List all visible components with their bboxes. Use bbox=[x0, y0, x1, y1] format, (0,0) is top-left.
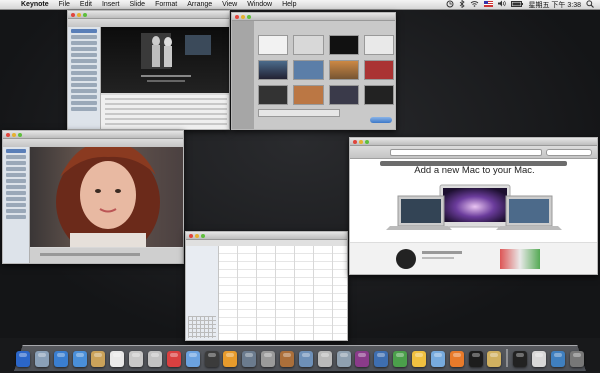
theme-thumb[interactable] bbox=[363, 85, 394, 105]
theme-thumb[interactable] bbox=[328, 35, 359, 55]
bluetooth-icon[interactable] bbox=[459, 0, 466, 10]
wifi-icon[interactable] bbox=[470, 0, 479, 9]
dock-app-icon[interactable] bbox=[336, 351, 351, 367]
menu-window[interactable]: Window bbox=[242, 1, 277, 8]
dock-app-icon[interactable] bbox=[110, 351, 125, 367]
dock-app-icon[interactable] bbox=[532, 351, 547, 367]
web-hero-image[interactable] bbox=[350, 180, 598, 240]
dock-app-icon[interactable] bbox=[513, 351, 528, 367]
dock-app-icon[interactable] bbox=[449, 351, 464, 367]
theme-thumb[interactable] bbox=[328, 85, 359, 105]
theme-thumb[interactable] bbox=[293, 35, 324, 55]
theme-grid[interactable] bbox=[258, 35, 394, 105]
dock-app-icon[interactable] bbox=[166, 351, 181, 367]
address-bar[interactable] bbox=[390, 149, 542, 156]
theme-thumb[interactable] bbox=[293, 60, 324, 80]
menu-app-name[interactable]: Keynote bbox=[16, 1, 54, 8]
battery-icon[interactable] bbox=[511, 0, 524, 9]
dock-app-icon[interactable] bbox=[242, 351, 257, 367]
theme-thumb[interactable] bbox=[258, 35, 289, 55]
choose-button[interactable] bbox=[370, 117, 392, 123]
dock-app-icon[interactable] bbox=[72, 351, 87, 367]
dock-app-icon[interactable] bbox=[430, 351, 445, 367]
dock-app-icon[interactable] bbox=[185, 351, 200, 367]
flag-icon[interactable] bbox=[484, 0, 494, 9]
menu-help[interactable]: Help bbox=[277, 1, 301, 8]
photo-image[interactable] bbox=[30, 143, 183, 257]
dock-app-icon[interactable] bbox=[393, 351, 408, 367]
time-machine-icon[interactable] bbox=[446, 0, 454, 10]
window-theme-chooser[interactable] bbox=[231, 12, 396, 130]
menu-insert[interactable]: Insert bbox=[97, 1, 125, 8]
menu-bar: Keynote File Edit Insert Slide Format Ar… bbox=[0, 0, 600, 10]
dock-app-icon[interactable] bbox=[569, 351, 584, 367]
dock-app-icon[interactable] bbox=[550, 351, 565, 367]
dock-app-icon[interactable] bbox=[280, 351, 295, 367]
dock-app-icon[interactable] bbox=[355, 351, 370, 367]
dock-icons bbox=[16, 343, 584, 367]
dock-app-icon[interactable] bbox=[204, 351, 219, 367]
menubar-clock[interactable]: 星期五 下午 3:38 bbox=[528, 0, 581, 10]
dock-app-icon[interactable] bbox=[16, 351, 30, 367]
dock-app-icon[interactable] bbox=[34, 351, 49, 367]
dock-app-icon[interactable] bbox=[223, 351, 238, 367]
search-field[interactable] bbox=[546, 149, 592, 156]
menu-file[interactable]: File bbox=[54, 1, 75, 8]
dock-app-icon[interactable] bbox=[129, 351, 144, 367]
dock-app-icon[interactable] bbox=[53, 351, 68, 367]
menu-format[interactable]: Format bbox=[150, 1, 182, 8]
theme-thumb[interactable] bbox=[258, 60, 289, 80]
window-media-browser[interactable] bbox=[67, 10, 230, 130]
dock-app-icon[interactable] bbox=[487, 351, 502, 367]
web-headline: Add a new Mac to your Mac. bbox=[414, 165, 535, 176]
dock-app-icon[interactable] bbox=[91, 351, 106, 367]
menu-edit[interactable]: Edit bbox=[75, 1, 97, 8]
dock-app-icon[interactable] bbox=[298, 351, 313, 367]
volume-icon[interactable] bbox=[498, 0, 507, 9]
spotlight-icon[interactable] bbox=[586, 0, 594, 10]
theme-thumb[interactable] bbox=[363, 35, 394, 55]
dock-app-icon[interactable] bbox=[412, 351, 427, 367]
window-photo-viewer[interactable] bbox=[2, 130, 184, 264]
theme-thumb[interactable] bbox=[258, 85, 289, 105]
video-preview[interactable] bbox=[101, 27, 229, 93]
dock-app-icon[interactable] bbox=[317, 351, 332, 367]
dock-app-icon[interactable] bbox=[468, 351, 483, 367]
window-web-browser[interactable]: Add a new Mac to your Mac. bbox=[349, 137, 598, 275]
menu-arrange[interactable]: Arrange bbox=[182, 1, 217, 8]
dock-app-icon[interactable] bbox=[261, 351, 276, 367]
dock-separator bbox=[506, 349, 509, 367]
dock-app-icon[interactable] bbox=[148, 351, 163, 367]
theme-thumb[interactable] bbox=[328, 60, 359, 80]
menu-view[interactable]: View bbox=[217, 1, 242, 8]
theme-thumb[interactable] bbox=[363, 60, 394, 80]
menu-slide[interactable]: Slide bbox=[124, 1, 150, 8]
window-calendar[interactable] bbox=[185, 231, 348, 341]
theme-thumb[interactable] bbox=[293, 85, 324, 105]
dock-app-icon[interactable] bbox=[374, 351, 389, 367]
